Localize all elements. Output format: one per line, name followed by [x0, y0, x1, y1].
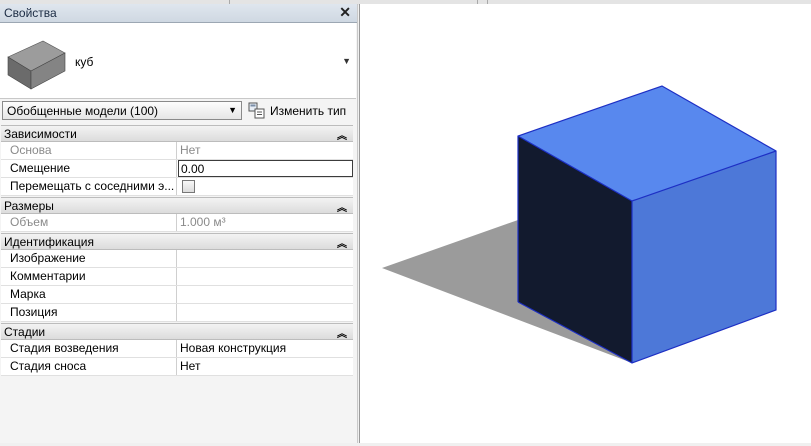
move-with-neighbors-checkbox[interactable] [182, 180, 195, 193]
chevron-down-icon: ▼ [228, 105, 237, 115]
property-row-position[interactable]: Позиция [1, 304, 353, 322]
property-value [178, 178, 353, 195]
property-row-offset[interactable]: Смещение 0.00 [1, 160, 353, 178]
property-key: Основа [1, 142, 177, 159]
property-key: Изображение [1, 250, 177, 267]
property-row-mark[interactable]: Марка [1, 286, 353, 304]
property-key: Комментарии [1, 268, 177, 285]
property-row-move-with-neighbors[interactable]: Перемещать с соседними э... [1, 178, 353, 196]
property-value: Нет [180, 143, 201, 157]
instance-filter-value: Обобщенные модели (100) [7, 104, 159, 118]
property-row-base: Основа Нет [1, 142, 353, 160]
group-label: Размеры [4, 199, 54, 213]
group-label: Зависимости [4, 127, 77, 141]
property-row-comments[interactable]: Комментарии [1, 268, 353, 286]
property-row-phase-created[interactable]: Стадия возведения Новая конструкция [1, 340, 353, 358]
group-label: Стадии [4, 325, 46, 339]
properties-titlebar: Свойства ✕ [0, 4, 357, 23]
edit-type-icon [248, 102, 265, 119]
property-key: Объем [1, 214, 177, 231]
chevron-double-up-icon[interactable]: ︽ [337, 325, 347, 340]
property-value[interactable]: Новая конструкция [178, 340, 353, 357]
offset-input[interactable]: 0.00 [178, 160, 353, 177]
property-row-image[interactable]: Изображение [1, 250, 353, 268]
property-row-volume: Объем 1.000 м³ [1, 214, 353, 232]
group-label: Идентификация [4, 235, 94, 249]
edit-type-label: Изменить тип [270, 104, 347, 118]
type-name: куб [75, 55, 94, 69]
group-header-dimensions[interactable]: Размеры ︽ [1, 197, 353, 214]
panel-title: Свойства [4, 6, 57, 20]
property-key: Позиция [1, 304, 177, 321]
property-key: Смещение [1, 160, 177, 177]
property-value[interactable] [178, 286, 353, 303]
property-value[interactable]: Нет [178, 358, 353, 375]
property-value: 1.000 м³ [180, 215, 226, 229]
close-icon[interactable]: ✕ [339, 4, 351, 21]
properties-grid: Зависимости ︽ Основа Нет Смещение 0.00 П… [1, 124, 353, 376]
property-key: Марка [1, 286, 177, 303]
box-thumbnail-icon [7, 40, 66, 90]
properties-panel: Свойства ✕ куб ▼ Обобщенные модели (100)… [0, 4, 358, 443]
type-selector[interactable]: куб ▼ [0, 23, 356, 99]
property-value[interactable] [178, 304, 353, 321]
property-key: Перемещать с соседними э... [1, 178, 177, 195]
chevron-double-up-icon[interactable]: ︽ [337, 127, 347, 142]
group-header-constraints[interactable]: Зависимости ︽ [1, 125, 353, 142]
property-key: Стадия сноса [1, 358, 177, 375]
3d-view-canvas[interactable] [359, 4, 811, 443]
property-value[interactable] [178, 250, 353, 267]
property-key: Стадия возведения [1, 340, 177, 357]
group-header-phasing[interactable]: Стадии ︽ [1, 323, 353, 340]
chevron-double-up-icon[interactable]: ︽ [337, 235, 347, 250]
chevron-down-icon[interactable]: ▼ [342, 56, 351, 66]
instance-filter-dropdown[interactable]: Обобщенные модели (100) ▼ [2, 101, 242, 120]
property-row-phase-demolished[interactable]: Стадия сноса Нет [1, 358, 353, 376]
edit-type-button[interactable]: Изменить тип [248, 101, 354, 121]
cube-model[interactable] [360, 4, 811, 443]
chevron-double-up-icon[interactable]: ︽ [337, 199, 347, 214]
property-value[interactable] [178, 268, 353, 285]
group-header-identity[interactable]: Идентификация ︽ [1, 233, 353, 250]
